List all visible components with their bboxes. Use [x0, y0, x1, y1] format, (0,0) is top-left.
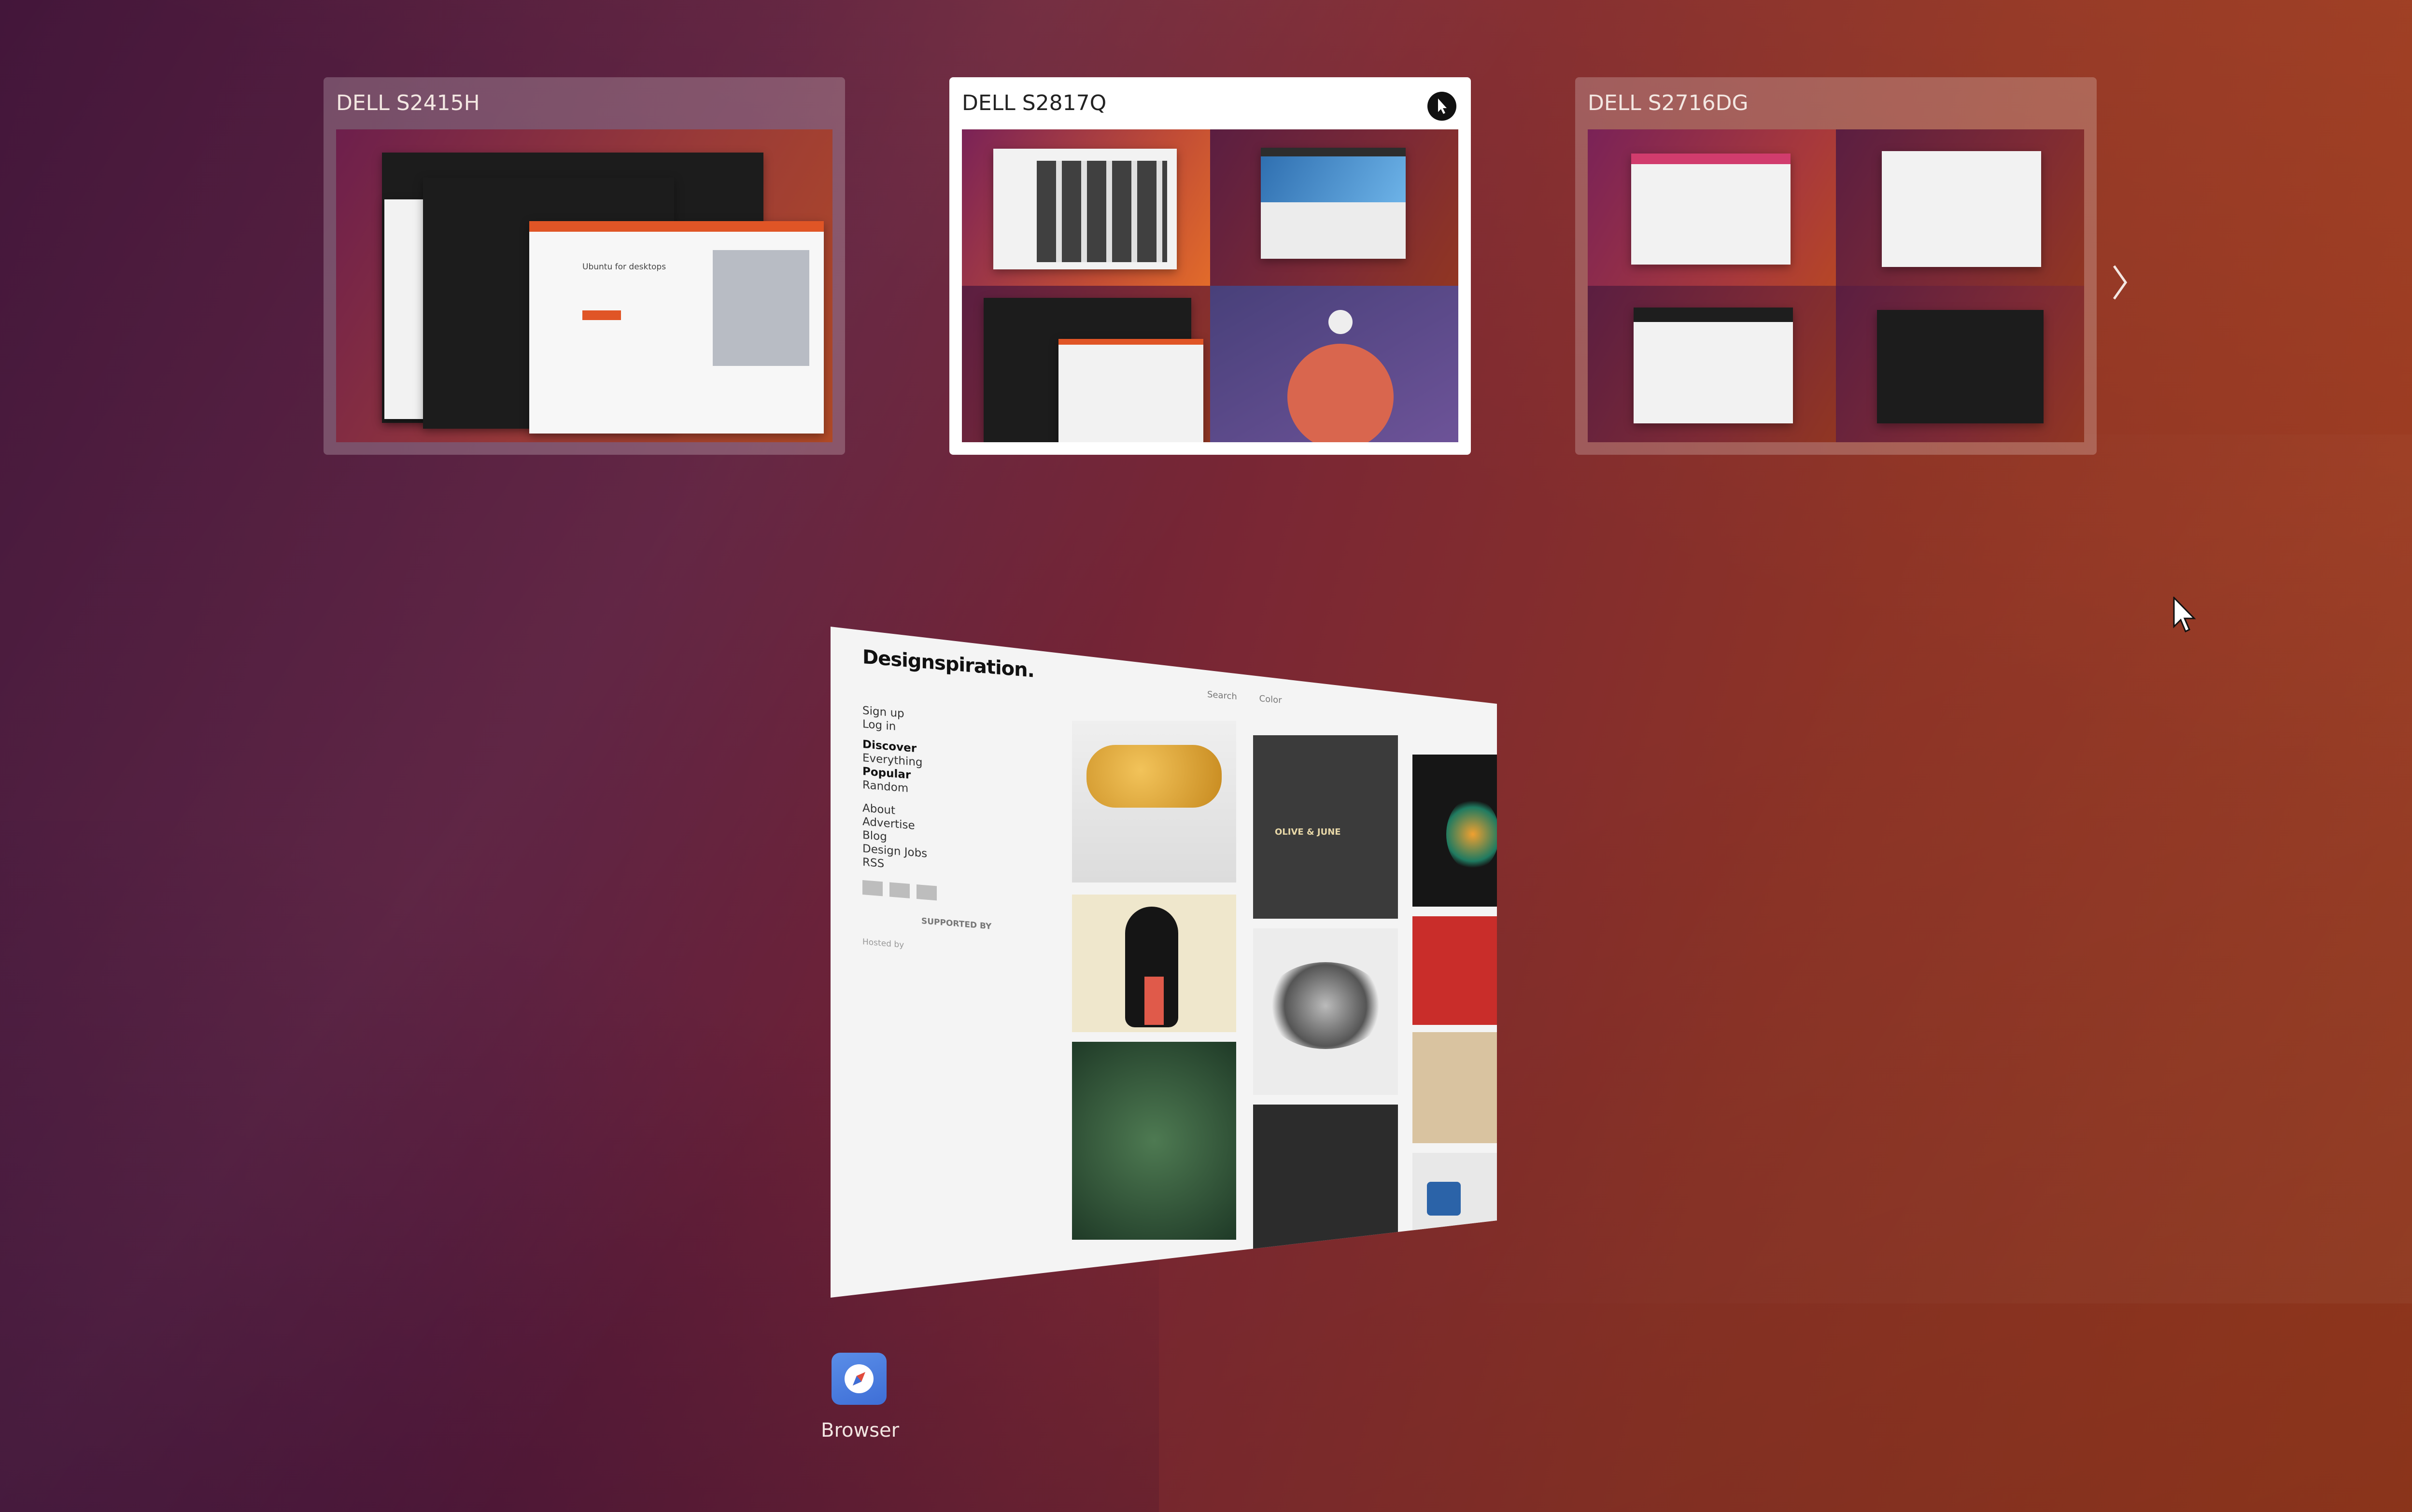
window-thumbnail: [1261, 148, 1406, 259]
workspace-preview[interactable]: [1210, 129, 1458, 286]
image-tile[interactable]: [1412, 755, 1497, 907]
monitor-preview: Ubuntu for desktops: [336, 129, 832, 442]
window-thumbnail: [993, 149, 1177, 269]
site-logo: Designspiration.: [862, 646, 1034, 682]
compass-icon[interactable]: [832, 1353, 887, 1405]
workspace-grid: [962, 129, 1458, 442]
window-preview-designspiration[interactable]: Designspiration. Search Color Sign up Lo…: [831, 627, 1497, 1298]
top-links: Search Color: [1207, 689, 1282, 705]
workspace-preview[interactable]: [1588, 286, 1836, 442]
image-tile[interactable]: [1412, 1032, 1497, 1143]
image-tile[interactable]: [1072, 721, 1236, 882]
image-tile[interactable]: [1072, 1042, 1236, 1240]
tile-graphic: [1265, 962, 1386, 1049]
hosted-by-label: Hosted by: [862, 937, 904, 950]
instagram-icon[interactable]: [862, 880, 883, 896]
window-image-grid: [1037, 161, 1167, 262]
chevron-right-icon[interactable]: [2110, 263, 2130, 302]
workspace-preview: Ubuntu for desktops: [336, 129, 832, 442]
window-thumbnail: [1634, 308, 1793, 423]
image-tile[interactable]: OLIVE & JUNE: [1253, 735, 1398, 919]
monitor-card-dell-s2415h[interactable]: DELL S2415H Ubuntu for desktops: [324, 77, 845, 455]
monitor-name: DELL S2817Q: [962, 91, 1107, 115]
monitor-preview: [962, 129, 1458, 442]
monitor-card-dell-s2817q[interactable]: DELL S2817Q: [949, 77, 1471, 455]
site-nav: Sign up Log in Discover Everything Popul…: [862, 704, 927, 874]
app-label: Browser: [821, 1419, 900, 1442]
window-thumbnail: [1058, 339, 1203, 442]
workspace-preview[interactable]: [1836, 286, 2084, 442]
monitor-name: DELL S2716DG: [1588, 91, 1749, 115]
window-text: Ubuntu for desktops: [582, 262, 666, 272]
tile-graphic: [1086, 745, 1222, 808]
mouse-pointer-icon: [2173, 596, 2197, 637]
color-link[interactable]: Color: [1259, 694, 1282, 706]
image-tile[interactable]: [1253, 928, 1398, 1095]
illustration-circle: [1287, 344, 1394, 442]
monitor-card-dell-s2716dg[interactable]: DELL S2716DG: [1575, 77, 2097, 455]
window-header-bar: [529, 221, 824, 232]
facebook-icon[interactable]: [917, 884, 937, 901]
pointer-icon: [1427, 92, 1456, 121]
window-thumbnail: [1631, 154, 1791, 265]
image-tile[interactable]: [1412, 1153, 1497, 1235]
social-links: [862, 880, 937, 901]
tile-caption: OLIVE & JUNE: [1275, 827, 1341, 837]
window-header-bar: [1634, 308, 1793, 322]
tile-graphic: [1427, 1182, 1461, 1216]
workspace-preview[interactable]: [962, 129, 1210, 286]
image-tile[interactable]: [1072, 895, 1236, 1032]
window-header-bar: [1058, 339, 1203, 345]
workspace-preview[interactable]: [1836, 129, 2084, 286]
tile-graphic: [1446, 798, 1497, 870]
workspace-preview[interactable]: [1210, 286, 1458, 442]
twitter-icon[interactable]: [889, 882, 910, 898]
monitor-name: DELL S2415H: [336, 91, 480, 115]
window-thumbnail: [1877, 310, 2044, 423]
window-thumbnail: [1882, 151, 2041, 267]
window-image: [713, 250, 809, 366]
monitor-preview: [1588, 129, 2084, 442]
window-button: [582, 310, 621, 320]
workspace-grid: [1588, 129, 2084, 442]
search-link[interactable]: Search: [1207, 689, 1237, 702]
supported-by-label: SUPPORTED BY: [921, 916, 992, 932]
window-header-bar: [1261, 148, 1406, 156]
workspace-preview[interactable]: [962, 286, 1210, 442]
workspace-preview[interactable]: [1588, 129, 1836, 286]
image-tile[interactable]: [1253, 1105, 1398, 1249]
window-thumbnail: Ubuntu for desktops: [529, 221, 824, 434]
image-tile[interactable]: [1412, 916, 1497, 1025]
illustration-avatar: [1328, 310, 1353, 334]
window-header-bar: [1631, 154, 1791, 164]
tile-graphic: [1144, 977, 1164, 1025]
window-image: [1261, 156, 1406, 202]
